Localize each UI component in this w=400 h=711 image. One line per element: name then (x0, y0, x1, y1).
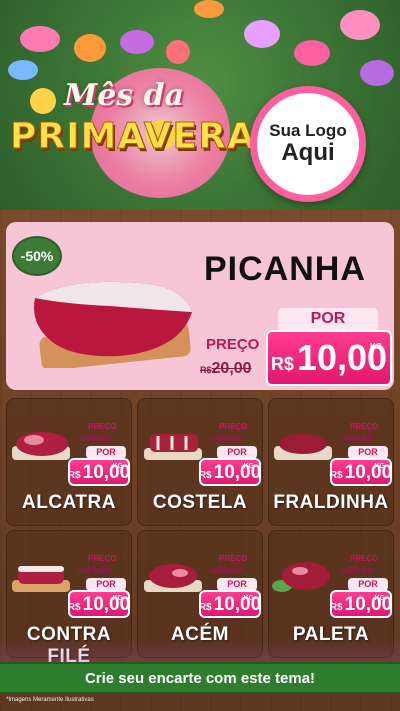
paleta-image (272, 562, 330, 592)
old-currency: R$ (340, 569, 348, 575)
featured-new-price: R$ 10,00 KG (266, 330, 392, 386)
flyer-page: Mês da PRIMAVERA Sua Logo Aqui -50% PICA… (0, 0, 400, 711)
new-value: 10,00 (82, 594, 131, 615)
acem-image (144, 564, 202, 592)
flower-decoration (194, 0, 224, 18)
flower-decoration (244, 20, 280, 48)
preco-label: PREÇO (219, 422, 248, 431)
new-currency: R$ (198, 470, 212, 481)
old-price: R$20,00 (209, 565, 242, 576)
new-value: 10,00 (344, 594, 393, 615)
unit-label: KG (112, 463, 124, 470)
flower-decoration (360, 60, 394, 86)
unit-label: KG (374, 595, 386, 602)
unit-label: KG (243, 595, 255, 602)
old-currency: R$ (209, 569, 217, 575)
preco-label: PREÇO (88, 422, 117, 431)
featured-product-name: PICANHA (204, 250, 366, 288)
preco-label: PREÇO (350, 422, 379, 431)
featured-old-currency: R$ (200, 365, 212, 375)
logo-line1: Sua Logo (269, 121, 347, 141)
old-currency: R$ (78, 569, 86, 575)
new-price: R$ 10,00 KG (68, 458, 130, 486)
new-price: R$ 10,00 KG (330, 590, 392, 618)
flower-decoration (120, 30, 154, 54)
title-top-text: Mês da (64, 78, 185, 113)
old-price: R$20,00 (209, 433, 242, 444)
new-currency: R$ (329, 602, 343, 613)
product-name: FRALDINHA (273, 492, 389, 513)
new-price: R$ 10,00 KG (199, 458, 261, 486)
logo-line2: Aqui (281, 139, 335, 167)
product-name: ALCATRA (22, 492, 116, 513)
flower-decoration (166, 40, 190, 64)
new-value: 10,00 (82, 462, 131, 483)
flower-decoration (294, 40, 330, 66)
flower-decoration (20, 26, 60, 52)
flower-decoration (74, 34, 106, 62)
featured-por-label: POR (278, 308, 378, 330)
cta-banner[interactable]: Crie seu encarte com este tema! (0, 662, 400, 694)
preco-label: PREÇO (88, 554, 117, 563)
costela-image (144, 434, 202, 460)
old-value: 20,00 (216, 565, 242, 576)
unit-label: KG (374, 463, 386, 470)
disclaimer-text: *Imagens Meramente Ilustrativas (6, 697, 94, 703)
picanha-image (34, 281, 192, 368)
contra-file-image (12, 566, 70, 592)
preco-label: PREÇO (350, 554, 379, 563)
page-title: Mês da PRIMAVERA (10, 78, 256, 168)
old-currency: R$ (78, 437, 86, 443)
title-bottom-text: PRIMAVERA (10, 116, 256, 158)
fraldinha-image (274, 434, 332, 460)
old-currency: R$ (340, 437, 348, 443)
old-currency: R$ (209, 437, 217, 443)
new-value: 10,00 (213, 462, 262, 483)
flower-decoration (8, 60, 38, 80)
featured-old-price: R$20,00 (200, 360, 252, 378)
old-value: 20,00 (347, 433, 373, 444)
unit-label: KG (112, 595, 124, 602)
old-value: 20,00 (347, 565, 373, 576)
new-price: R$ 10,00 KG (68, 590, 130, 618)
featured-preco-label: PREÇO (206, 336, 260, 353)
preco-label: PREÇO (219, 554, 248, 563)
header-banner: Mês da PRIMAVERA Sua Logo Aqui (0, 0, 400, 210)
old-price: R$20,00 (78, 433, 111, 444)
old-value: 20,00 (216, 433, 242, 444)
new-price: R$ 10,00 KG (199, 590, 261, 618)
new-currency: R$ (67, 602, 81, 613)
featured-unit: KG (370, 342, 382, 351)
logo-inner: Sua Logo Aqui (257, 93, 359, 195)
product-name: COSTELA (152, 492, 248, 513)
featured-new-value: 10,00 (296, 337, 388, 378)
new-value: 10,00 (213, 594, 262, 615)
new-price: R$ 10,00 KG (330, 458, 392, 486)
old-price: R$20,00 (340, 433, 373, 444)
alcatra-image (12, 432, 70, 460)
unit-label: KG (243, 463, 255, 470)
featured-new-currency: R$ (270, 354, 294, 374)
new-currency: R$ (198, 602, 212, 613)
old-value: 20,00 (85, 565, 111, 576)
flower-decoration (340, 10, 380, 40)
logo-placeholder: Sua Logo Aqui (250, 86, 366, 202)
new-value: 10,00 (344, 462, 393, 483)
new-currency: R$ (329, 470, 343, 481)
featured-old-value: 20,00 (211, 360, 252, 377)
old-price: R$20,00 (78, 565, 111, 576)
old-value: 20,00 (85, 433, 111, 444)
new-currency: R$ (67, 470, 81, 481)
old-price: R$20,00 (340, 565, 373, 576)
